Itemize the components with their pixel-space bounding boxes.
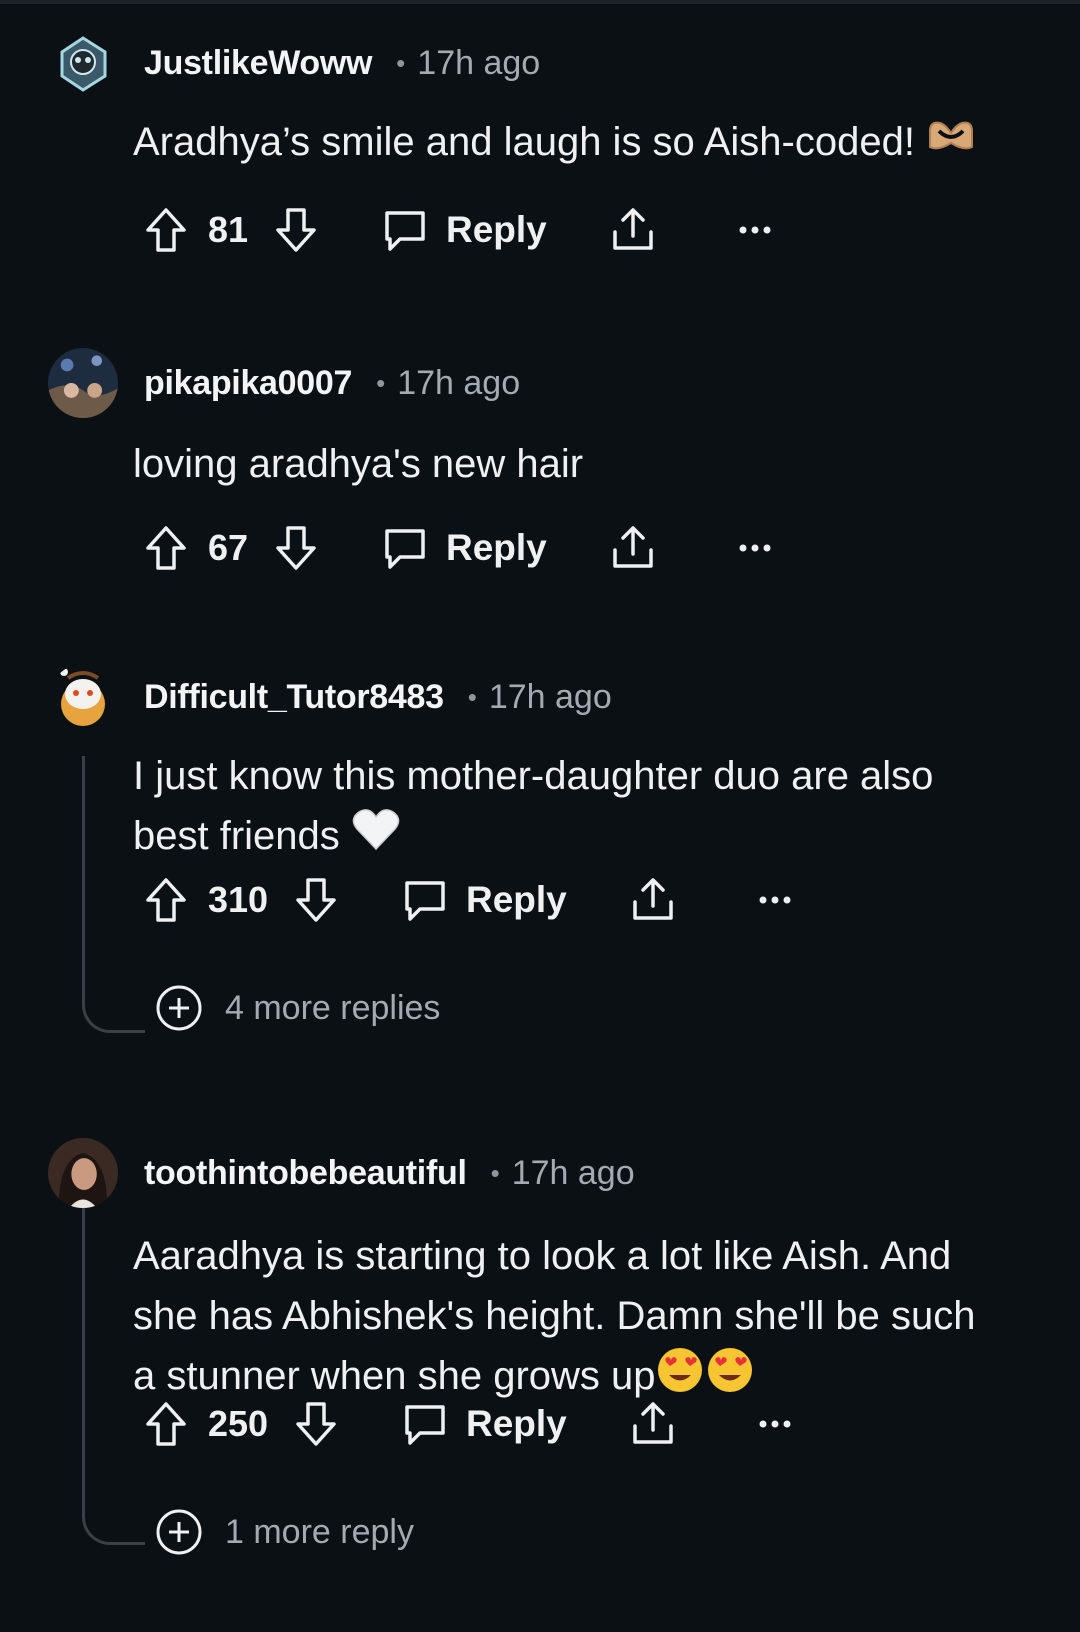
avatar[interactable] xyxy=(50,664,116,730)
vote-count: 250 xyxy=(208,1403,269,1444)
upvote-icon xyxy=(146,878,186,922)
avatar[interactable] xyxy=(48,1138,118,1208)
vote-count-wrap: 67 xyxy=(208,518,248,578)
share-icon xyxy=(633,1402,673,1444)
thread-curve xyxy=(82,990,145,1033)
more-options-icon xyxy=(759,896,791,904)
more-replies-label: 4 more replies xyxy=(225,988,441,1027)
upvote-icon xyxy=(146,208,186,252)
reply-bubble-icon xyxy=(385,211,425,251)
timestamp: 17h ago xyxy=(397,363,521,402)
comment-text-line: she has Abhishek's height. Damn she'll b… xyxy=(133,1294,976,1338)
downvote-icon xyxy=(296,1402,336,1446)
more-options-button[interactable] xyxy=(758,870,792,930)
comment-body: I just know this mother-daughter duo are… xyxy=(133,746,1033,870)
share-icon xyxy=(633,878,673,920)
upvote-button[interactable] xyxy=(144,518,188,578)
more-options-button[interactable] xyxy=(738,518,772,578)
reply-label: Reply xyxy=(446,209,547,250)
thread-line xyxy=(82,756,85,992)
downvote-icon xyxy=(296,878,336,922)
thread-curve xyxy=(82,1502,145,1545)
more-replies-label: 1 more reply xyxy=(225,1512,414,1551)
comment-text: loving aradhya's new hair xyxy=(133,442,584,486)
comment-text-line: I just know this mother-daughter duo are… xyxy=(133,754,934,798)
heart-hands-emoji-icon xyxy=(926,114,976,174)
more-options-icon xyxy=(739,544,771,552)
comment-text-line: a stunner when she grows up xyxy=(133,1354,656,1399)
expand-plus-icon xyxy=(156,985,202,1031)
share-icon xyxy=(613,526,653,568)
share-button[interactable] xyxy=(630,870,676,930)
reply-button[interactable]: Reply xyxy=(402,1394,567,1454)
reply-button[interactable]: Reply xyxy=(402,870,567,930)
reply-button[interactable]: Reply xyxy=(382,200,547,260)
comment-text: Aradhya’s smile and laugh is so Aish-cod… xyxy=(133,120,915,164)
reply-label: Reply xyxy=(466,879,567,920)
username[interactable]: Difficult_Tutor8483 xyxy=(144,678,444,717)
comment-body: loving aradhya's new hair xyxy=(133,434,1033,494)
more-options-icon xyxy=(739,226,771,234)
reply-label: Reply xyxy=(466,1403,567,1444)
comments-page: JustlikeWoww • 17h ago Aradhya’s smile a… xyxy=(0,0,1080,1632)
comment-body: Aradhya’s smile and laugh is so Aish-cod… xyxy=(133,112,1033,174)
comment-meta: JustlikeWoww • 17h ago xyxy=(144,30,540,96)
share-button[interactable] xyxy=(610,200,656,260)
reply-button[interactable]: Reply xyxy=(382,518,547,578)
avatar[interactable] xyxy=(50,30,116,96)
downvote-button[interactable] xyxy=(274,518,318,578)
vote-count-wrap: 310 xyxy=(208,870,268,930)
vote-count-wrap: 81 xyxy=(208,200,248,260)
comment-text-line: best friends xyxy=(133,814,340,858)
separator-dot: • xyxy=(490,1157,500,1188)
more-replies-button[interactable]: 1 more reply xyxy=(155,1502,414,1562)
share-icon xyxy=(613,208,653,250)
thread-line xyxy=(82,1204,85,1504)
share-button[interactable] xyxy=(610,518,656,578)
separator-dot: • xyxy=(467,681,477,712)
downvote-button[interactable] xyxy=(274,200,318,260)
downvote-button[interactable] xyxy=(294,870,338,930)
vote-count: 67 xyxy=(208,527,249,568)
timestamp: 17h ago xyxy=(488,677,612,716)
expand-plus-icon xyxy=(156,1509,202,1555)
downvote-icon xyxy=(276,208,316,252)
more-options-icon xyxy=(759,1420,791,1428)
comment-body: Aaradhya is starting to look a lot like … xyxy=(133,1226,1063,1411)
upvote-icon xyxy=(146,1402,186,1446)
upvote-button[interactable] xyxy=(144,1394,188,1454)
timestamp: 17h ago xyxy=(511,1153,635,1192)
more-options-button[interactable] xyxy=(738,200,772,260)
reply-label: Reply xyxy=(446,527,547,568)
username[interactable]: pikapika0007 xyxy=(144,364,352,403)
username[interactable]: JustlikeWoww xyxy=(144,44,372,83)
upvote-button[interactable] xyxy=(144,200,188,260)
downvote-button[interactable] xyxy=(294,1394,338,1454)
vote-count: 310 xyxy=(208,879,269,920)
upvote-icon xyxy=(146,526,186,570)
downvote-icon xyxy=(276,526,316,570)
avatar[interactable] xyxy=(48,348,118,418)
vote-count-wrap: 250 xyxy=(208,1394,268,1454)
separator-dot: • xyxy=(376,367,386,398)
more-options-button[interactable] xyxy=(758,1394,792,1454)
reply-bubble-icon xyxy=(405,1405,445,1445)
reply-bubble-icon xyxy=(385,529,425,569)
top-divider xyxy=(0,0,1080,4)
vote-count: 81 xyxy=(208,209,249,250)
comment-meta: pikapika0007 • 17h ago xyxy=(144,348,520,418)
reply-bubble-icon xyxy=(405,881,445,921)
timestamp: 17h ago xyxy=(417,43,541,82)
comment-meta: Difficult_Tutor8483 • 17h ago xyxy=(144,664,612,730)
white-heart-emoji-icon xyxy=(351,807,401,870)
comment-meta: toothintobebeautiful • 17h ago xyxy=(144,1138,635,1208)
separator-dot: • xyxy=(396,47,406,78)
upvote-button[interactable] xyxy=(144,870,188,930)
more-replies-button[interactable]: 4 more replies xyxy=(155,978,440,1038)
comment-text-line: Aaradhya is starting to look a lot like … xyxy=(133,1234,952,1278)
share-button[interactable] xyxy=(630,1394,676,1454)
username[interactable]: toothintobebeautiful xyxy=(144,1154,467,1193)
